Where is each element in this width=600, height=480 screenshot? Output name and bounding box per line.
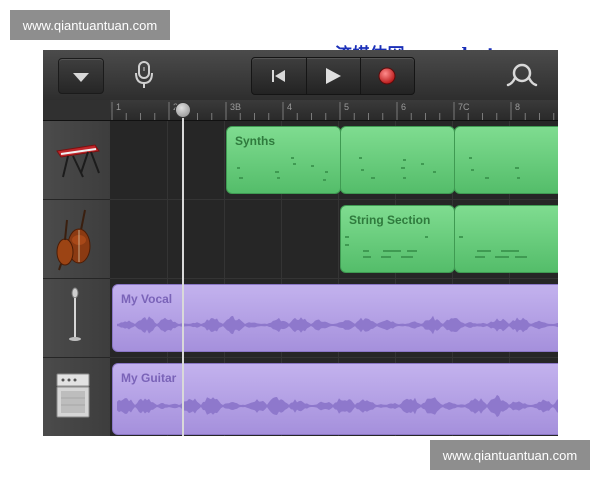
ruler-corner [43,100,111,121]
synths-region[interactable] [454,126,558,194]
bar-number: 5 [344,102,350,112]
keyboard-icon [56,144,100,178]
my-guitar-region[interactable]: My Guitar [112,363,558,435]
playhead-line [182,110,184,436]
record-icon [378,67,396,85]
midi-notes [459,236,527,258]
garageband-window: 1 2 3B 4 5 6 7C 8 [43,50,558,436]
track-headers [43,121,110,436]
midi-notes [359,157,436,179]
bar-number: 6 [401,102,407,112]
microphone-button[interactable] [129,56,159,92]
microphone-icon [135,61,153,88]
bar-number: 8 [515,102,521,112]
waveform [117,394,558,418]
midi-notes [345,236,428,258]
track-header-guitar[interactable] [43,358,110,436]
synths-region[interactable] [340,126,455,194]
toolbar [43,50,558,101]
waveform [117,315,558,335]
synths-region[interactable]: Synths [226,126,341,194]
menu-button[interactable] [58,58,104,94]
tracks-area[interactable]: Synths String Section My Vocal My Guitar [110,121,558,436]
loop-button[interactable] [501,58,541,92]
amplifier-icon [56,373,90,418]
string-section-region[interactable] [454,205,558,273]
midi-notes [237,157,328,181]
bar-number: 3B [230,102,242,112]
watermark-top: www.qiantuantuan.com [10,10,170,40]
track-header-strings[interactable] [43,200,110,279]
track-divider [110,357,558,358]
watermark-bottom: www.qiantuantuan.com [430,440,590,470]
my-vocal-region[interactable]: My Vocal [112,284,558,352]
record-button[interactable] [360,58,414,94]
play-icon [326,68,341,84]
playhead-handle[interactable] [175,102,191,118]
track-divider [110,278,558,279]
transport-controls [251,57,415,95]
violin-icon [56,209,91,271]
rewind-icon [272,70,285,82]
loop-icon [506,63,538,87]
play-button[interactable] [306,58,361,94]
chevron-down-icon [73,73,89,82]
track-header-vocal[interactable] [43,279,110,358]
bar-number: 1 [116,102,122,112]
track-divider [110,199,558,200]
string-section-region[interactable]: String Section [340,205,455,273]
microphone-stand-icon [69,287,81,341]
rewind-button[interactable] [252,58,307,94]
midi-notes [469,157,520,179]
bar-number: 7C [458,102,470,112]
bar-number: 4 [287,102,293,112]
track-header-synth[interactable] [43,121,110,200]
